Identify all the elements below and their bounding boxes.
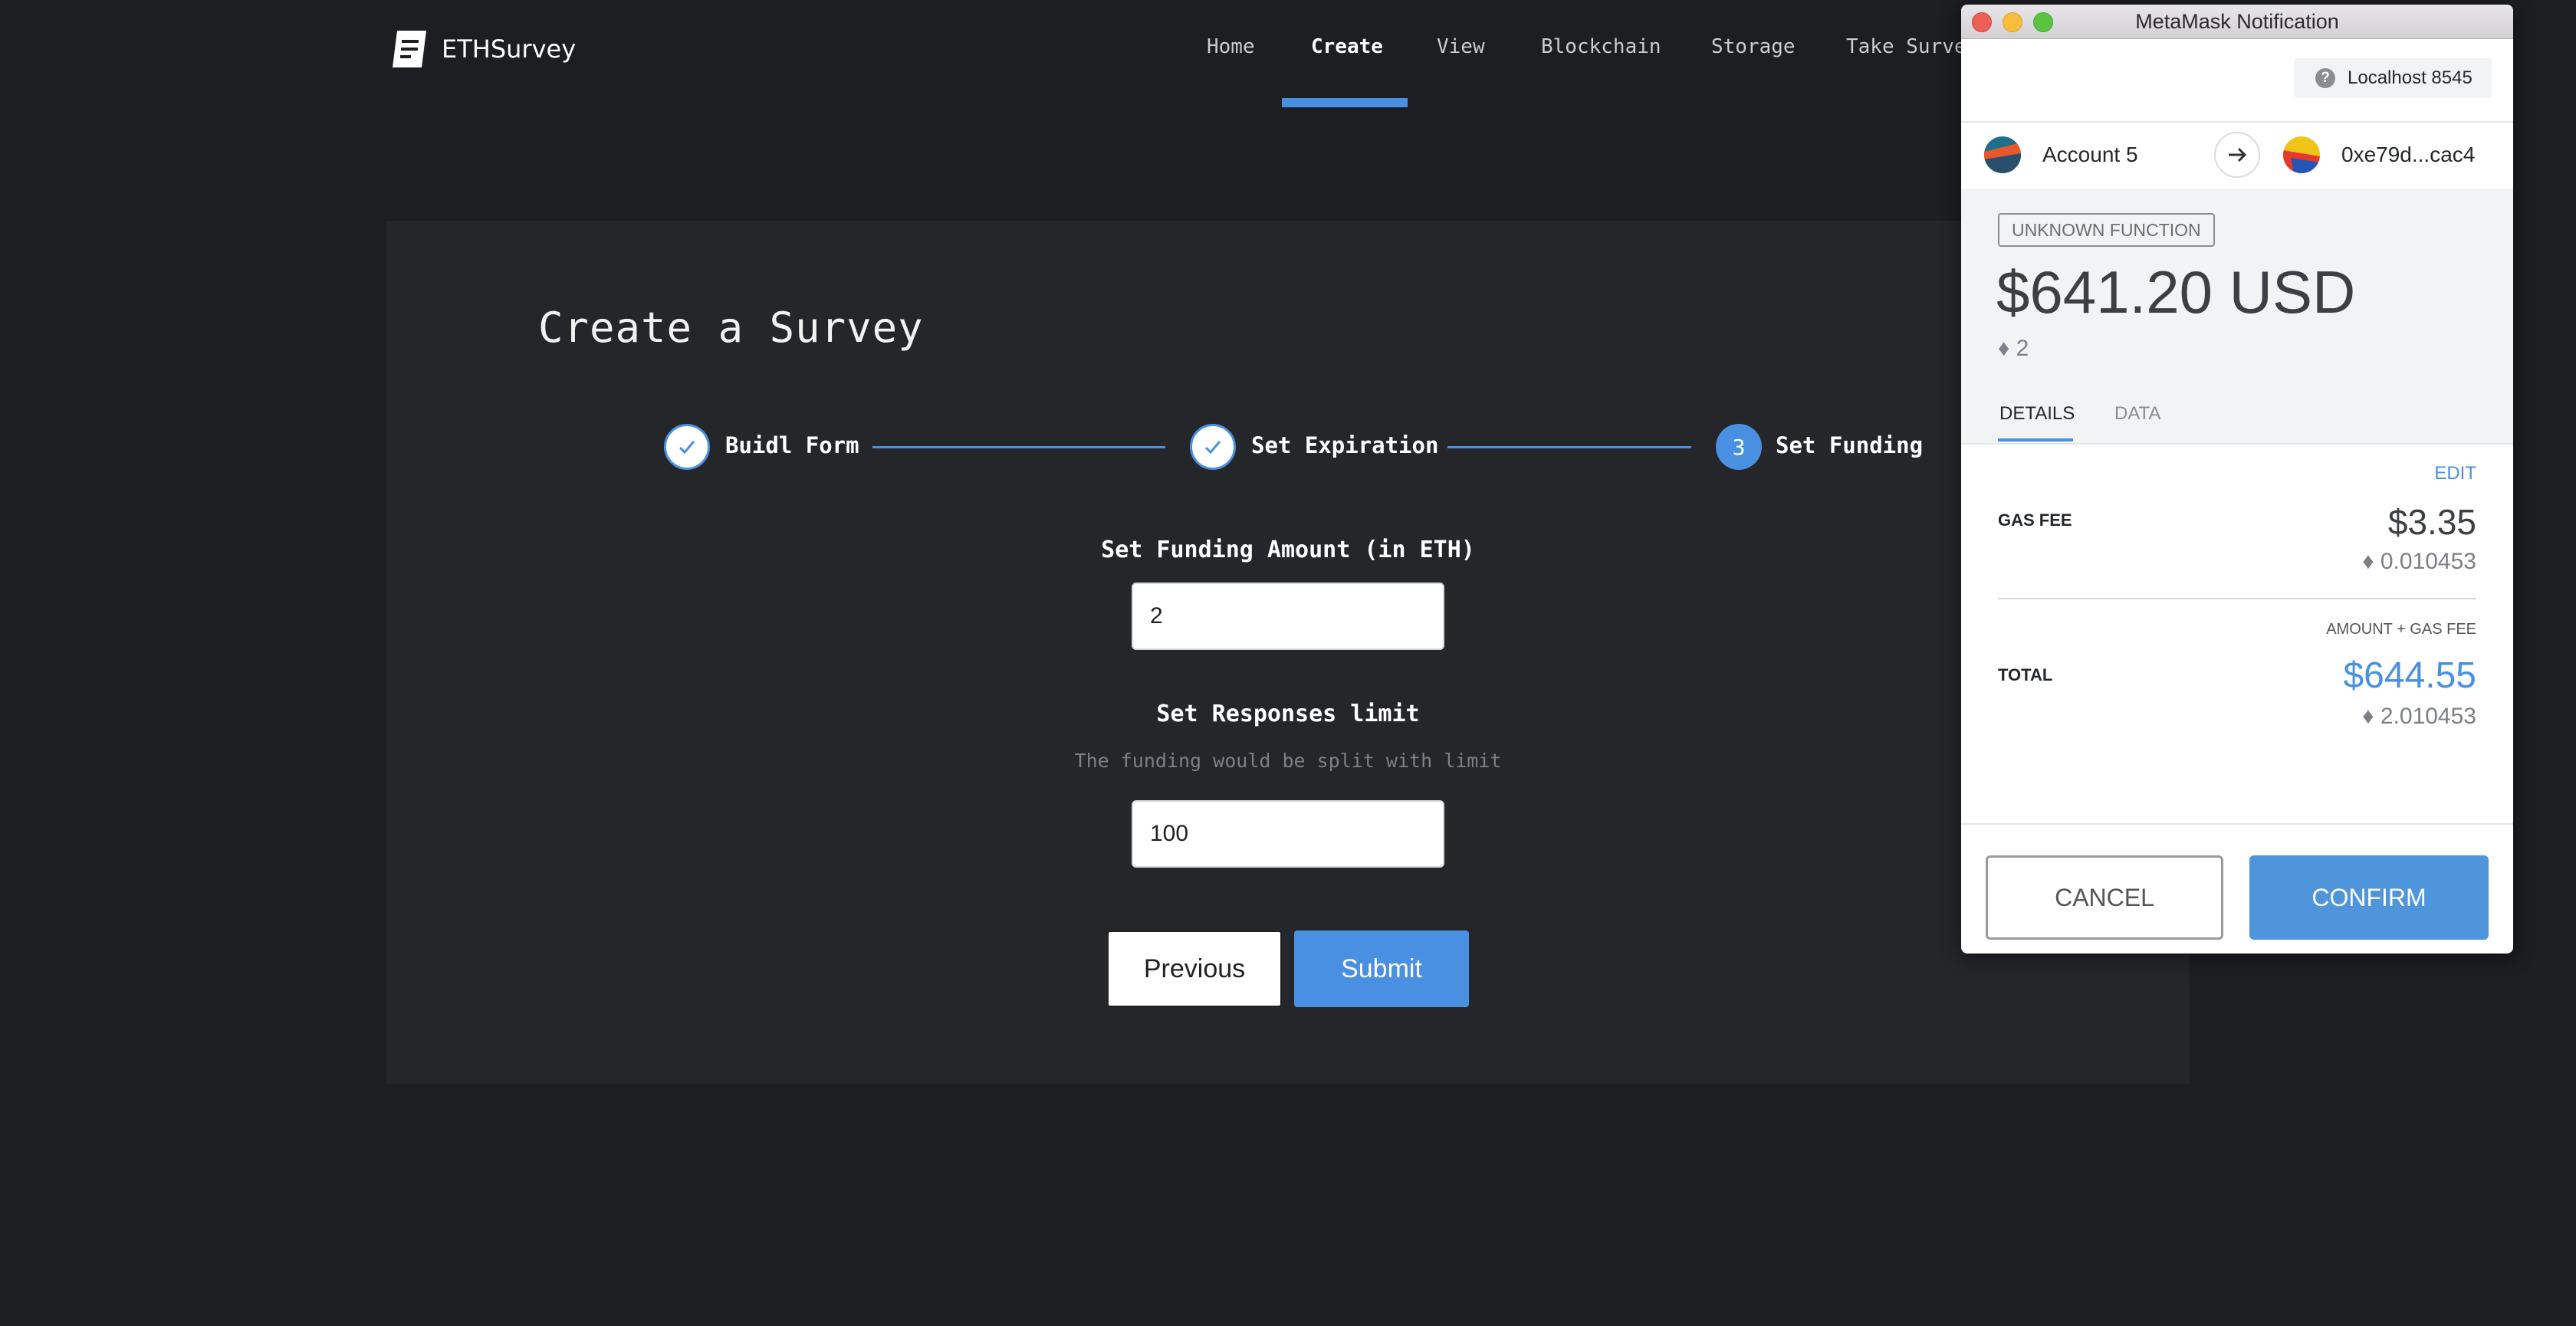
total-label: TOTAL: [1998, 665, 2053, 684]
step-2-label: Set Expiration: [1251, 432, 1439, 458]
step-2-checkmark-icon: [1190, 424, 1236, 470]
active-tab-indicator: [1998, 438, 2073, 441]
transaction-summary: UNKNOWN FUNCTION $641.20 USD ♦ 2 DETAILS…: [1961, 189, 2513, 445]
step-3-number: 3: [1716, 424, 1762, 470]
tab-details[interactable]: DETAILS: [1999, 403, 2075, 425]
divider: [1998, 598, 2476, 599]
previous-button[interactable]: Previous: [1107, 930, 1282, 1007]
from-account-avatar: [1984, 136, 2021, 173]
step-connector: [1447, 446, 1691, 448]
total-sublabel: AMOUNT + GAS FEE: [2326, 621, 2476, 638]
to-address: 0xe79d...cac4: [2341, 143, 2476, 166]
responses-limit-input[interactable]: [1132, 800, 1444, 868]
app-name: ETHSurvey: [442, 34, 577, 64]
network-selector[interactable]: ? Localhost 8545: [2294, 58, 2492, 98]
arrow-right-icon: [2214, 132, 2260, 178]
cancel-button[interactable]: CANCEL: [1986, 855, 2223, 940]
funding-amount-input[interactable]: [1132, 583, 1444, 650]
step-3-label: Set Funding: [1776, 432, 1924, 458]
amount-eth: ♦ 2: [1998, 336, 2029, 361]
edit-gas-link[interactable]: EDIT: [2434, 463, 2476, 484]
confirm-button[interactable]: CONFIRM: [2249, 855, 2489, 940]
metamask-window: MetaMask Notification ? Localhost 8545 A…: [1961, 5, 2513, 953]
metamask-titlebar[interactable]: MetaMask Notification: [1961, 5, 2513, 39]
step-connector: [872, 446, 1165, 448]
responses-limit-label: Set Responses limit: [1156, 701, 1420, 727]
question-icon: ?: [2315, 68, 2335, 88]
network-name: Localhost 8545: [2348, 67, 2472, 88]
nav-take-survey[interactable]: Take Survey: [1846, 35, 1978, 58]
amount-fiat: $641.20 USD: [1996, 258, 2356, 326]
gas-fee-fiat: $3.35: [2387, 502, 2476, 542]
gas-fee-label: GAS FEE: [1998, 510, 2072, 530]
nav-storage[interactable]: Storage: [1711, 35, 1796, 58]
tab-data[interactable]: DATA: [2114, 403, 2160, 425]
responses-limit-hint: The funding would be split with limit: [1074, 750, 1502, 772]
page-title: Create a Survey: [538, 304, 924, 352]
total-eth: ♦ 2.010453: [2362, 704, 2476, 729]
funding-amount-label: Set Funding Amount (in ETH): [1101, 537, 1475, 563]
app-logo[interactable]: ETHSurvey: [391, 29, 576, 69]
total-fiat: $644.55: [2343, 655, 2476, 696]
nav-create[interactable]: Create: [1311, 35, 1383, 58]
submit-button[interactable]: Submit: [1294, 930, 1469, 1007]
active-nav-indicator: [1282, 98, 1408, 107]
window-title: MetaMask Notification: [2135, 10, 2339, 33]
step-1-checkmark-icon: [664, 424, 710, 470]
from-account-name: Account 5: [2042, 143, 2138, 166]
nav-blockchain[interactable]: Blockchain: [1541, 35, 1661, 58]
account-row: Account 5 0xe79d...cac4: [1961, 121, 2513, 190]
to-address-avatar: [2283, 136, 2320, 173]
nav-home[interactable]: Home: [1207, 35, 1255, 58]
step-1-label: Buidl Form: [725, 432, 859, 458]
gas-fee-eth: ♦ 0.010453: [2362, 549, 2476, 574]
nav-view[interactable]: View: [1437, 35, 1485, 58]
metamask-footer: CANCEL CONFIRM: [1961, 823, 2513, 953]
function-badge: UNKNOWN FUNCTION: [1998, 213, 2215, 247]
document-icon: [393, 31, 426, 67]
